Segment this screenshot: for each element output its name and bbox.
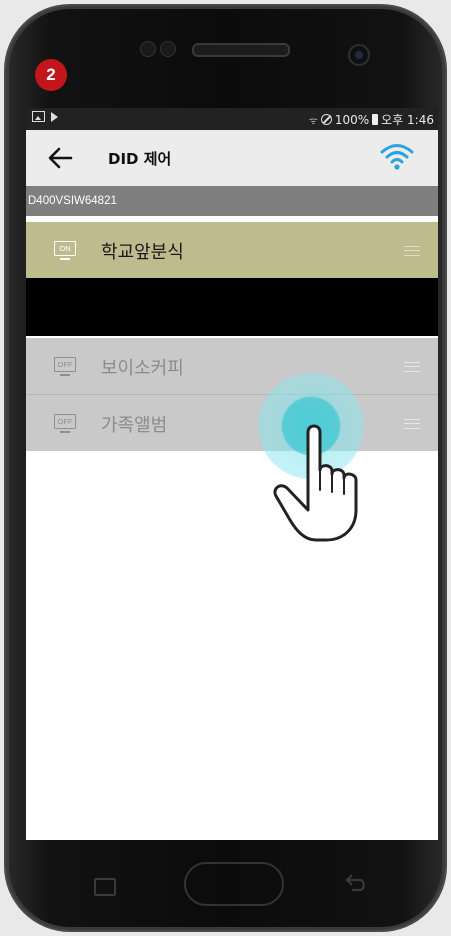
tv-off-icon: OFF — [54, 357, 76, 376]
channel-label: 학교앞분식 — [101, 242, 184, 263]
arrow-left-icon[interactable] — [46, 144, 74, 172]
tv-off-icon: OFF — [54, 414, 76, 433]
drag-handle-icon[interactable] — [404, 362, 420, 372]
phone-screen: ᯤ 100% 오후 1:46 DID 제어 D400VSIW64821 ON 학… — [26, 108, 438, 840]
earpiece-speaker — [192, 43, 290, 57]
wifi-icon[interactable] — [380, 142, 414, 172]
pointing-hand-icon — [273, 424, 358, 542]
back-key-icon[interactable] — [344, 872, 368, 894]
no-signal-icon — [320, 114, 332, 125]
proximity-sensor — [140, 41, 156, 57]
drag-handle-icon[interactable] — [404, 419, 420, 429]
drag-handle-icon[interactable] — [404, 246, 420, 256]
hardware-nav-bar — [26, 840, 438, 910]
channel-label: 보이소커피 — [101, 358, 184, 379]
front-camera-icon — [348, 44, 370, 66]
channel-row-2[interactable]: OFF 보이소커피 — [26, 338, 438, 394]
channel-label: 가족앨범 — [101, 415, 168, 436]
channel-row-3[interactable]: OFF 가족앨범 — [26, 395, 438, 451]
battery-icon — [372, 114, 379, 125]
tutorial-step-badge: 2 — [35, 59, 67, 91]
page-title: DID 제어 — [108, 150, 172, 168]
drop-gap — [26, 278, 438, 336]
light-sensor — [160, 41, 176, 57]
play-store-notification-icon — [51, 111, 58, 122]
device-id-bar: D400VSIW64821 — [26, 186, 438, 216]
app-bar: DID 제어 — [26, 130, 438, 186]
gallery-notification-icon — [32, 111, 45, 122]
channel-row-1[interactable]: ON 학교앞분식 — [26, 222, 438, 278]
wifi-signal-icon: ᯤ — [308, 115, 318, 127]
status-bar: ᯤ 100% 오후 1:46 — [26, 108, 438, 130]
clock: 오후 1:46 — [381, 113, 434, 127]
home-button[interactable] — [184, 862, 284, 906]
tv-on-icon: ON — [54, 241, 76, 260]
recent-apps-icon[interactable] — [94, 878, 116, 896]
battery-percent: 100% — [334, 112, 370, 127]
